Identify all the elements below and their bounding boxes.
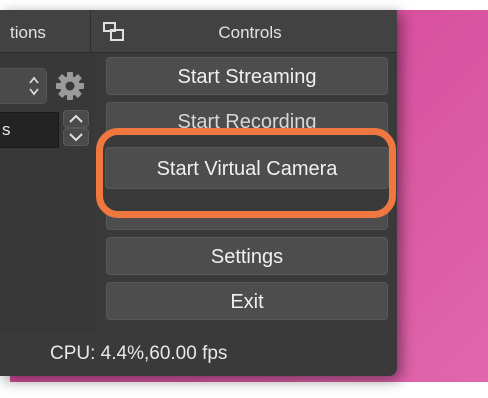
settings-button[interactable]: Settings [106, 237, 388, 275]
gear-icon[interactable] [54, 70, 86, 102]
obs-window: tions Controls s Start Streaming Start R… [0, 10, 397, 376]
transition-select[interactable] [0, 68, 47, 104]
start-virtual-camera-button[interactable]: Start Virtual Camera [105, 147, 389, 189]
duration-value: s [2, 120, 11, 139]
chevron-down-icon [69, 133, 83, 142]
dock-header: tions Controls [0, 10, 397, 53]
chevron-up-icon [69, 114, 83, 123]
header-divider [90, 10, 91, 52]
exit-button[interactable]: Exit [106, 282, 388, 320]
start-streaming-button[interactable]: Start Streaming [106, 57, 388, 95]
combo-arrows-icon [29, 76, 39, 96]
controls-dock-title: Controls [218, 23, 282, 42]
duration-field[interactable]: s [0, 112, 59, 148]
decrement-button[interactable] [63, 128, 89, 146]
transitions-tab-label[interactable]: tions [10, 23, 46, 43]
cpu-fps-status: CPU: 4.4%,60.00 fps [50, 343, 228, 364]
increment-button[interactable] [63, 110, 89, 128]
